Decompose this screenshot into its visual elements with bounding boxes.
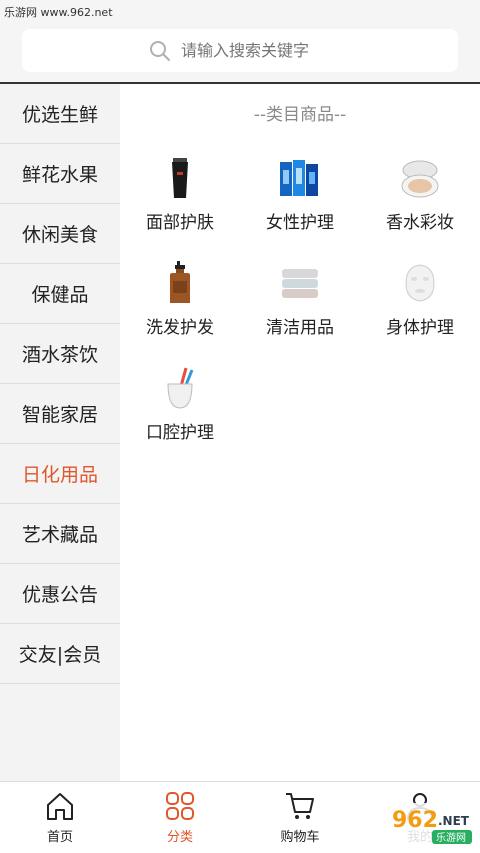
category-content: --类目商品-- 面部护肤 女性护理 香水彩妆 洗发护发 清洁用品 身体护理 口… bbox=[120, 84, 480, 781]
feminine-care-icon bbox=[278, 156, 322, 200]
sidebar-item-fresh[interactable]: 优选生鲜 bbox=[0, 84, 120, 144]
category-label: 洗发护发 bbox=[146, 318, 214, 338]
search-icon bbox=[149, 40, 171, 62]
svg-text:962: 962 bbox=[392, 808, 438, 833]
category-perfume-makeup[interactable]: 香水彩妆 bbox=[360, 150, 480, 250]
category-label: 清洁用品 bbox=[266, 318, 334, 338]
sidebar-item-social-member[interactable]: 交友|会员 bbox=[0, 624, 120, 684]
nav-home[interactable]: 首页 bbox=[0, 782, 120, 853]
towels-icon bbox=[278, 261, 322, 305]
sidebar-item-art[interactable]: 艺术藏品 bbox=[0, 504, 120, 564]
sidebar-item-daily-chem[interactable]: 日化用品 bbox=[0, 444, 120, 504]
sidebar-item-snacks[interactable]: 休闲美食 bbox=[0, 204, 120, 264]
category-grid-icon bbox=[164, 790, 196, 822]
category-label: 口腔护理 bbox=[146, 423, 214, 443]
category-oral-care[interactable]: 口腔护理 bbox=[120, 360, 240, 460]
search-input[interactable] bbox=[181, 41, 331, 60]
category-label: 香水彩妆 bbox=[386, 213, 454, 233]
sidebar-item-promotions[interactable]: 优惠公告 bbox=[0, 564, 120, 624]
home-icon bbox=[44, 790, 76, 822]
category-body-care[interactable]: 身体护理 bbox=[360, 255, 480, 355]
nav-cart[interactable]: 购物车 bbox=[240, 782, 360, 853]
nav-label: 分类 bbox=[166, 830, 193, 845]
category-hair-care[interactable]: 洗发护发 bbox=[120, 255, 240, 355]
category-label: 身体护理 bbox=[386, 318, 454, 338]
nav-label: 首页 bbox=[46, 830, 73, 845]
nav-category[interactable]: 分类 bbox=[120, 782, 240, 853]
sidebar-item-flowers-fruit[interactable]: 鲜花水果 bbox=[0, 144, 120, 204]
category-cleaning[interactable]: 清洁用品 bbox=[240, 255, 360, 355]
category-label: 面部护肤 bbox=[146, 213, 214, 233]
section-title: --类目商品-- bbox=[253, 105, 347, 125]
app-screen: 乐游网 www.962.net 优选生鲜 鲜花水果 休闲美食 保健品 酒水茶饮 … bbox=[0, 0, 480, 853]
sidebar-item-drinks[interactable]: 酒水茶饮 bbox=[0, 324, 120, 384]
cart-icon bbox=[284, 790, 316, 822]
nav-label: 购物车 bbox=[280, 830, 320, 845]
sidebar-item-health[interactable]: 保健品 bbox=[0, 264, 120, 324]
face-mask-icon bbox=[398, 261, 442, 305]
toothbrush-cup-icon bbox=[158, 366, 202, 410]
search-box[interactable] bbox=[22, 29, 458, 72]
face-cleanser-icon bbox=[158, 156, 202, 200]
category-feminine-care[interactable]: 女性护理 bbox=[240, 150, 360, 250]
category-label: 女性护理 bbox=[266, 213, 334, 233]
cushion-compact-icon bbox=[398, 156, 442, 200]
svg-text:.NET: .NET bbox=[438, 814, 470, 828]
svg-text:乐游网: 乐游网 bbox=[436, 831, 466, 844]
watermark-logo: 962 .NET 乐游网 bbox=[388, 803, 474, 847]
category-face-skincare[interactable]: 面部护肤 bbox=[120, 150, 240, 250]
shampoo-bottle-icon bbox=[158, 261, 202, 305]
category-sidebar: 优选生鲜 鲜花水果 休闲美食 保健品 酒水茶饮 智能家居 日化用品 艺术藏品 优… bbox=[0, 84, 120, 781]
watermark-text: 乐游网 www.962.net bbox=[4, 6, 113, 19]
sidebar-item-smart-home[interactable]: 智能家居 bbox=[0, 384, 120, 444]
